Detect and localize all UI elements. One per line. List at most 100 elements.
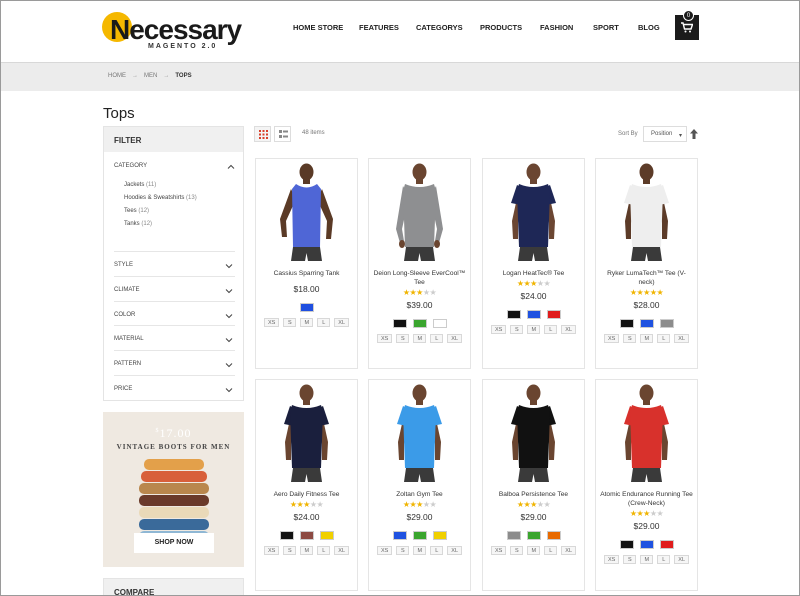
product-image[interactable] [483, 380, 584, 487]
color-swatch[interactable] [619, 319, 634, 328]
size-option[interactable]: M [527, 546, 541, 555]
product-name[interactable]: Logan HeatTec® Tee [487, 269, 580, 278]
size-option[interactable]: M [640, 555, 654, 564]
nav-item-home-store[interactable]: HOME STORE [293, 23, 343, 32]
chevron-up-icon[interactable] [227, 163, 235, 171]
nav-item-fashion[interactable]: FASHION [540, 23, 573, 32]
product-card[interactable]: Logan HeatTec® Tee ★★★★★ $24.00 XS S M L XL [482, 158, 585, 369]
color-swatch[interactable] [279, 531, 294, 540]
color-swatch[interactable] [412, 319, 427, 328]
category-link[interactable]: Tanks (12) [124, 221, 197, 227]
logo[interactable]: Necessary MAGENTO 2.0 [102, 12, 242, 52]
product-image[interactable] [369, 380, 470, 487]
cart-button[interactable]: 0 [675, 10, 699, 40]
size-option[interactable]: XL [561, 325, 577, 334]
size-option[interactable]: XS [376, 334, 393, 343]
size-option[interactable]: XS [603, 555, 620, 564]
category-link[interactable]: Hoodies & Sweatshirts (13) [124, 195, 197, 201]
filter-section-price[interactable]: PRICE [114, 375, 235, 399]
color-swatch[interactable] [546, 310, 561, 319]
size-option[interactable]: L [317, 318, 331, 327]
color-swatch[interactable] [619, 540, 634, 549]
size-option[interactable]: L [657, 334, 671, 343]
color-swatch[interactable] [546, 531, 561, 540]
size-option[interactable]: S [283, 318, 297, 327]
filter-section-pattern[interactable]: PATTERN [114, 350, 235, 374]
size-option[interactable]: S [396, 334, 410, 343]
size-option[interactable]: S [396, 546, 410, 555]
size-option[interactable]: XL [674, 555, 690, 564]
size-option[interactable]: XS [490, 546, 507, 555]
color-swatch[interactable] [526, 310, 541, 319]
size-option[interactable]: L [657, 555, 671, 564]
size-option[interactable]: XS [490, 325, 507, 334]
size-option[interactable]: XL [447, 334, 463, 343]
size-option[interactable]: XS [376, 546, 393, 555]
category-link[interactable]: Tees (12) [124, 208, 197, 214]
size-option[interactable]: M [300, 546, 314, 555]
size-option[interactable]: L [544, 325, 558, 334]
nav-item-products[interactable]: PRODUCTS [480, 23, 522, 32]
size-option[interactable]: XL [334, 318, 350, 327]
nav-item-categorys[interactable]: CATEGORYS [416, 23, 463, 32]
color-swatch[interactable] [639, 319, 654, 328]
breadcrumb-home[interactable]: HOME [108, 73, 126, 79]
product-image[interactable] [369, 159, 470, 266]
shop-now-button[interactable]: SHOP NOW [134, 533, 214, 553]
color-swatch[interactable] [659, 540, 674, 549]
promo-banner[interactable]: $17.00 VINTAGE BOOTS FOR MEN SHOP NOW [103, 412, 244, 567]
color-swatch[interactable] [432, 319, 447, 328]
grid-view-button[interactable] [254, 126, 271, 142]
color-swatch[interactable] [526, 531, 541, 540]
size-option[interactable]: L [544, 546, 558, 555]
nav-item-blog[interactable]: BLOG [638, 23, 660, 32]
size-option[interactable]: S [623, 555, 637, 564]
product-card[interactable]: Deion Long-Sleeve EverCool™ Tee ★★★★★ $39.… [368, 158, 471, 369]
color-swatch[interactable] [299, 531, 314, 540]
size-option[interactable]: M [640, 334, 654, 343]
color-swatch[interactable] [299, 303, 314, 312]
size-option[interactable]: S [623, 334, 637, 343]
sort-direction-icon[interactable] [690, 129, 698, 139]
product-image[interactable] [596, 380, 697, 487]
color-swatch[interactable] [506, 310, 521, 319]
product-image[interactable] [483, 159, 584, 266]
color-swatch[interactable] [659, 319, 674, 328]
product-name[interactable]: Cassius Sparring Tank [260, 269, 353, 278]
size-option[interactable]: L [430, 334, 444, 343]
color-swatch[interactable] [392, 319, 407, 328]
size-option[interactable]: M [300, 318, 314, 327]
nav-item-sport[interactable]: SPORT [593, 23, 619, 32]
product-image[interactable] [256, 159, 357, 266]
filter-section-style[interactable]: STYLE [114, 251, 235, 275]
nav-item-features[interactable]: FEATURES [359, 23, 399, 32]
product-name[interactable]: Atomic Endurance Running Tee (Crew-Neck) [600, 490, 693, 508]
filter-section-color[interactable]: COLOR [114, 301, 235, 325]
product-card[interactable]: Cassius Sparring Tank $18.00 XS S M L XL [255, 158, 358, 369]
size-option[interactable]: S [510, 325, 524, 334]
color-swatch[interactable] [412, 531, 427, 540]
size-option[interactable]: M [527, 325, 541, 334]
color-swatch[interactable] [432, 531, 447, 540]
filter-section-climate[interactable]: CLIMATE [114, 276, 235, 300]
size-option[interactable]: XL [561, 546, 577, 555]
product-image[interactable] [256, 380, 357, 487]
color-swatch[interactable] [319, 531, 334, 540]
size-option[interactable]: XS [603, 334, 620, 343]
product-name[interactable]: Balboa Persistence Tee [487, 490, 580, 499]
breadcrumb-men[interactable]: MEN [144, 73, 157, 79]
filter-section-material[interactable]: MATERIAL [114, 325, 235, 349]
list-view-button[interactable] [274, 126, 291, 142]
color-swatch[interactable] [639, 540, 654, 549]
category-link[interactable]: Jackets (11) [124, 182, 197, 188]
size-option[interactable]: XS [263, 318, 280, 327]
size-option[interactable]: S [283, 546, 297, 555]
size-option[interactable]: M [413, 546, 427, 555]
product-name[interactable]: Deion Long-Sleeve EverCool™ Tee [373, 269, 466, 287]
color-swatch[interactable] [392, 531, 407, 540]
size-option[interactable]: XL [447, 546, 463, 555]
filter-category-label[interactable]: CATEGORY [114, 163, 147, 169]
size-option[interactable]: XS [263, 546, 280, 555]
size-option[interactable]: L [317, 546, 331, 555]
product-card[interactable]: Aero Daily Fitness Tee ★★★★★ $24.00 XS S M L XL [255, 379, 358, 591]
